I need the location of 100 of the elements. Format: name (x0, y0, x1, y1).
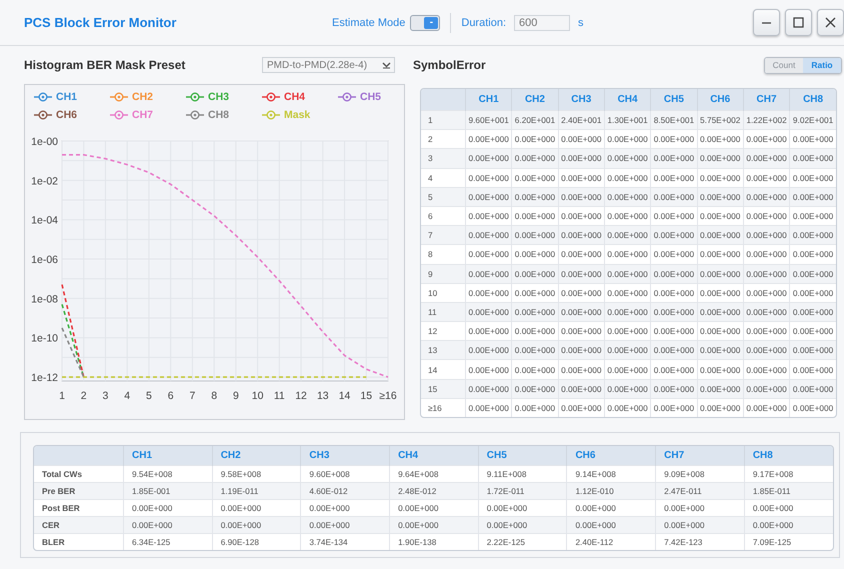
x-axis-label: 8 (211, 390, 218, 402)
table-cell: 8.50E+001 (650, 110, 698, 130)
table-cell: 0.00E+000 (790, 398, 836, 417)
column-header: CH2 (512, 89, 558, 110)
table-cell: 4.60E-012 (300, 482, 390, 500)
table-cell: 0.00E+000 (512, 187, 558, 206)
table-cell: 0.00E+000 (512, 302, 558, 322)
close-button[interactable] (817, 9, 844, 36)
legend-label: CH6 (56, 109, 78, 121)
y-axis-label: 1e-12 (31, 372, 58, 384)
table-cell: 1.72E-011 (478, 482, 567, 500)
column-header: CH1 (124, 446, 212, 466)
table-cell: 0.00E+000 (790, 148, 836, 168)
maximize-button[interactable] (785, 9, 812, 36)
table-cell: 5.75E+002 (697, 110, 744, 130)
table-cell: 0.00E+000 (558, 302, 604, 322)
table-cell: 0.00E+000 (743, 187, 790, 206)
table-cell: 0.00E+000 (790, 302, 836, 322)
x-axis-label: 4 (124, 390, 130, 402)
table-cell: 0.00E+000 (466, 148, 512, 168)
table-cell: 1.85E-011 (744, 482, 833, 500)
table-cell: 0.00E+000 (650, 398, 698, 417)
column-header: CH3 (558, 89, 604, 110)
table-cell: 0.00E+000 (512, 340, 558, 360)
legend-label: CH1 (56, 91, 78, 103)
table-cell: 0.00E+000 (743, 264, 790, 284)
preset-dropdown[interactable]: PMD-to-PMD(2.28e-4) (262, 57, 395, 73)
table-cell: 0.00E+000 (790, 264, 836, 284)
table-cell: 0.00E+000 (697, 379, 744, 398)
column-header: CH7 (656, 446, 744, 466)
column-header: CH4 (604, 89, 651, 110)
x-axis-label: 9 (232, 390, 239, 402)
y-axis-label: 1e-02 (31, 175, 58, 188)
table-cell: 0.00E+000 (650, 226, 698, 245)
duration-field[interactable]: 600 (514, 14, 570, 30)
table-cell: 0.00E+000 (697, 148, 744, 168)
table-cell: 0.00E+000 (558, 398, 604, 417)
table-cell: 0.00E+000 (697, 340, 744, 360)
table-cell: 0.00E+000 (743, 148, 790, 168)
table-cell: 3.74E-134 (300, 534, 390, 550)
legend-label: CH8 (208, 109, 230, 121)
table-cell: 2.47E-011 (656, 482, 744, 500)
view-toggle-option[interactable]: Ratio (803, 58, 841, 72)
table-cell: 2.40E-112 (566, 534, 656, 550)
section-title: SymbolError (413, 58, 486, 72)
table-cell: 0.00E+000 (558, 187, 604, 206)
table-cell: 0.00E+000 (656, 516, 744, 534)
column-header: CH8 (790, 89, 836, 110)
table-cell: 0.00E+000 (650, 379, 698, 398)
row-header: Pre BER (34, 482, 124, 500)
legend-label: Mask (284, 109, 310, 121)
y-axis-label: 1e-08 (31, 293, 58, 306)
table-cell: 0.00E+000 (697, 187, 744, 206)
table-cell: 0.00E+000 (743, 226, 790, 245)
table-cell: 0.00E+000 (604, 187, 651, 206)
table-cell: 1.22E+002 (743, 110, 790, 130)
close-icon (824, 16, 837, 29)
x-axis-label: 11 (274, 390, 285, 402)
y-axis-label: 1e-06 (31, 254, 58, 266)
estimate-mode-toggle[interactable]: - (410, 14, 440, 30)
column-header: CH3 (300, 446, 390, 466)
row-header: 9 (421, 264, 466, 284)
table-cell: 0.00E+000 (466, 398, 512, 417)
y-axis-label: 1e-10 (31, 332, 58, 345)
window-title: PCS Block Error Monitor (24, 15, 178, 30)
x-axis-label: 3 (102, 390, 108, 402)
table-cell: 0.00E+000 (512, 398, 558, 417)
y-axis-label: 1e-04 (31, 214, 58, 227)
column-header: CH8 (744, 446, 833, 466)
row-header: 7 (421, 226, 466, 245)
table-cell: 0.00E+000 (744, 516, 833, 534)
table-cell: 2.40E+001 (558, 110, 604, 130)
x-axis-label: 7 (189, 390, 196, 402)
table-cell: 6.34E-125 (124, 534, 212, 550)
column-header: CH5 (650, 89, 698, 110)
table-cell: 0.00E+000 (566, 516, 656, 534)
x-axis-label: 12 (295, 390, 307, 402)
table-cell: 2.48E-012 (390, 482, 478, 500)
column-header: CH1 (466, 89, 512, 110)
table-cell: 0.00E+000 (650, 302, 698, 322)
view-toggle-option[interactable]: Count (765, 58, 803, 72)
table-cell: 0.00E+000 (604, 264, 651, 284)
maximize-icon (792, 16, 805, 29)
table-cell: 0.00E+000 (124, 516, 212, 534)
table-cell: 0.00E+000 (604, 226, 651, 245)
table-cell: 0.00E+000 (790, 379, 836, 398)
legend-label: CH7 (132, 109, 154, 121)
row-header: BLER (34, 534, 124, 550)
duration-label: Duration: (461, 16, 506, 28)
table-cell: 0.00E+000 (697, 264, 744, 284)
table-cell: 0.00E+000 (650, 148, 698, 168)
table-cell: 0.00E+000 (466, 302, 512, 322)
column-header: CH4 (390, 446, 478, 466)
caret-icon (382, 61, 391, 69)
table-cell: 1.30E+001 (604, 110, 651, 130)
column-header: CH5 (478, 446, 567, 466)
table-cell: 0.00E+000 (743, 340, 790, 360)
table-cell: 0.00E+000 (212, 516, 301, 534)
table-cell: 9.02E+001 (790, 110, 836, 130)
section-title: Histogram BER Mask Preset (24, 58, 186, 72)
